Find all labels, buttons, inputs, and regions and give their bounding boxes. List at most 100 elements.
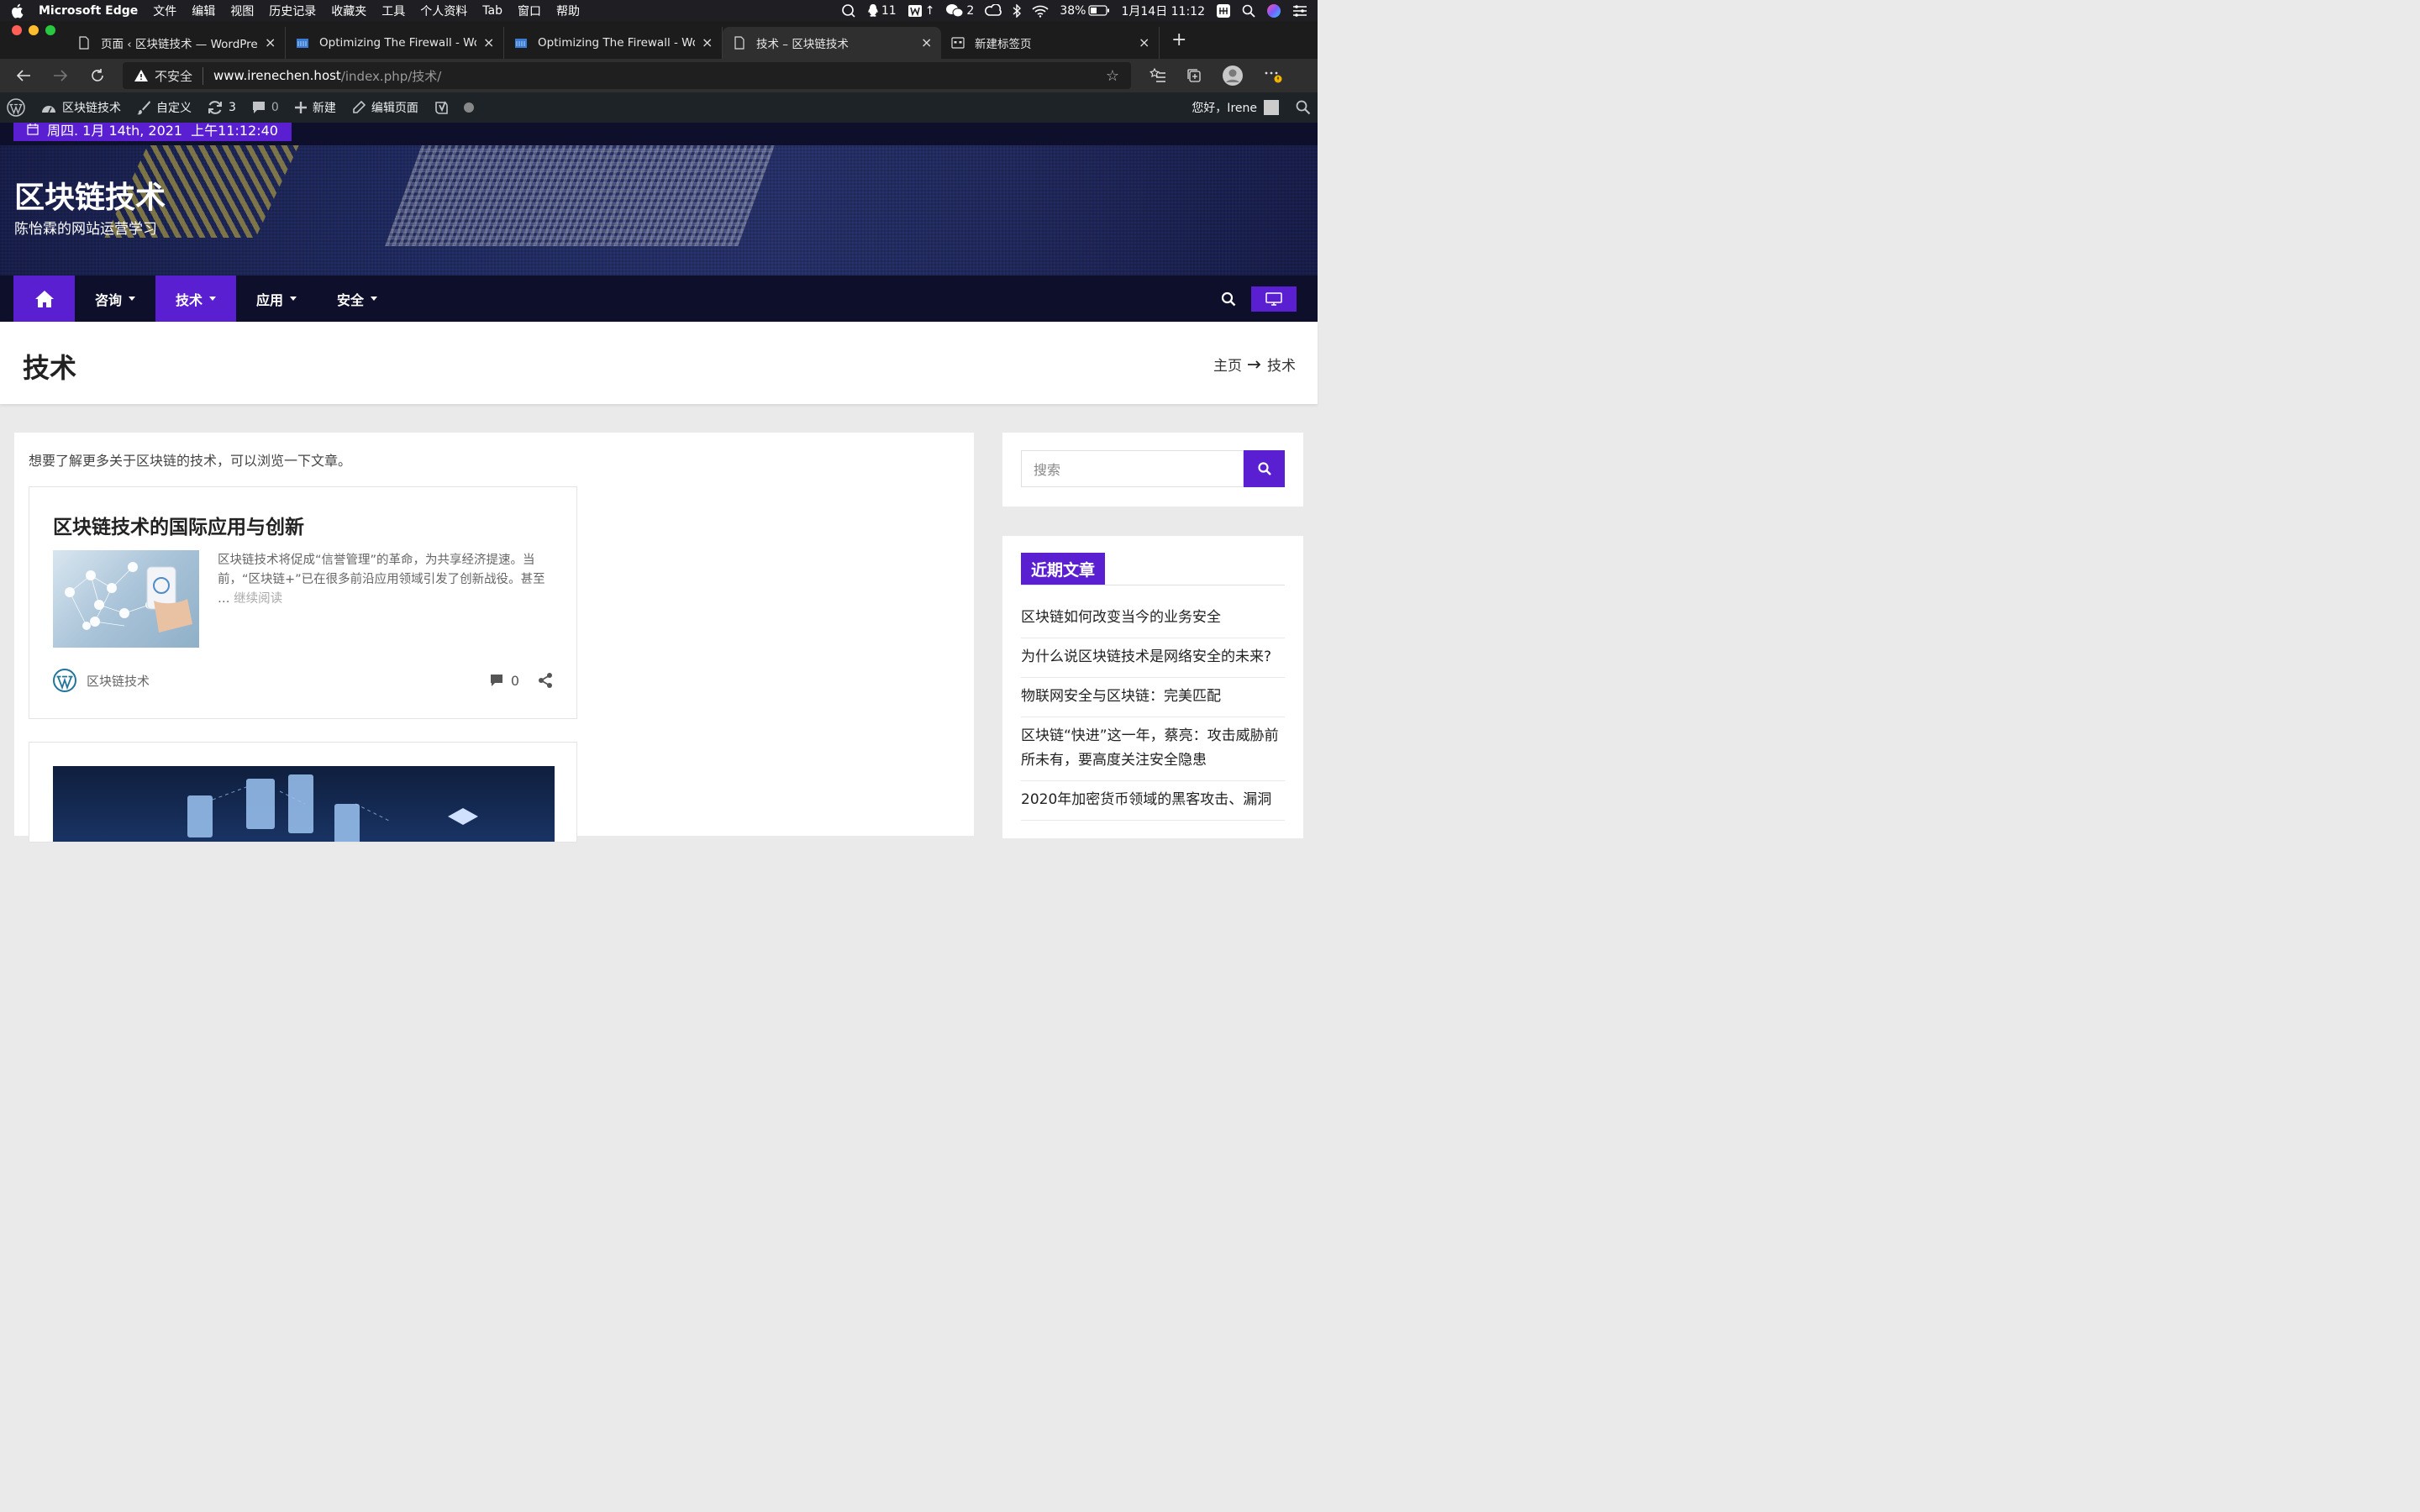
back-button[interactable]: [8, 62, 39, 89]
menu-tab[interactable]: Tab: [482, 4, 502, 18]
app-name-menu[interactable]: Microsoft Edge: [39, 4, 138, 18]
read-more-link[interactable]: 继续阅读: [234, 592, 282, 606]
reload-button[interactable]: [82, 62, 113, 89]
close-tab-icon[interactable]: ×: [702, 36, 713, 50]
share-icon[interactable]: [538, 672, 553, 689]
recent-post-link[interactable]: 区块链“快进”这一年，蔡亮：攻击威胁前所未有，要高度关注安全隐患: [1021, 717, 1285, 781]
comments-menu[interactable]: 0: [251, 100, 279, 115]
menu-profile[interactable]: 个人资料: [420, 3, 467, 19]
breadcrumb-home-link[interactable]: 主页: [1213, 354, 1242, 375]
wp-logo-menu[interactable]: [7, 98, 25, 117]
post-title-link[interactable]: 区块链技术的国际应用与创新: [53, 511, 304, 539]
nav-item-security[interactable]: 安全: [317, 276, 397, 322]
tab-tech-active[interactable]: 技术 – 区块链技术 ×: [723, 27, 941, 59]
admin-search-icon[interactable]: [1296, 100, 1311, 115]
macos-menu-bar: Microsoft Edge 文件 编辑 视图 历史记录 收藏夹 工具 个人资料…: [0, 0, 1318, 21]
collections-icon[interactable]: [1186, 68, 1202, 83]
close-window-button[interactable]: [12, 24, 22, 35]
nav-item-label: 应用: [256, 291, 284, 308]
menu-view[interactable]: 视图: [230, 3, 254, 19]
nav-item-applications[interactable]: 应用: [236, 276, 317, 322]
siri-icon[interactable]: [1266, 3, 1281, 18]
updates-menu[interactable]: 3: [207, 100, 236, 115]
category-description: 想要了解更多关于区块链的技术，可以浏览一下文章。: [29, 453, 352, 469]
site-title[interactable]: 区块链技术: [14, 173, 166, 217]
close-tab-icon[interactable]: ×: [1139, 36, 1150, 50]
forward-button[interactable]: [45, 62, 76, 89]
qq-icon[interactable]: 11: [867, 3, 897, 18]
tab-title: Optimizing The Firewall - Word: [538, 36, 695, 50]
site-name-menu[interactable]: 区块链技术: [40, 99, 121, 116]
control-center-icon[interactable]: [1292, 4, 1307, 17]
profile-avatar-icon[interactable]: [1222, 65, 1244, 87]
close-tab-icon[interactable]: ×: [483, 36, 494, 50]
site-description: 陈怡霖的网站运营学习: [14, 221, 157, 238]
menu-history[interactable]: 历史记录: [269, 3, 316, 19]
post-thumbnail[interactable]: [53, 550, 199, 648]
favorites-list-icon[interactable]: [1150, 68, 1166, 83]
nav-search-icon[interactable]: [1221, 291, 1236, 307]
search-input[interactable]: 搜索: [1021, 450, 1244, 487]
menu-favorites[interactable]: 收藏夹: [331, 3, 366, 19]
search-button[interactable]: [1244, 450, 1285, 487]
zoom-window-button[interactable]: [45, 24, 55, 35]
tab-new-tab[interactable]: 新建标签页 ×: [941, 27, 1160, 59]
more-options-icon[interactable]: [1264, 68, 1282, 83]
menu-file[interactable]: 文件: [153, 3, 176, 19]
wps-icon[interactable]: ↑: [908, 4, 934, 18]
security-indicator[interactable]: 不安全: [134, 66, 204, 85]
comments-link[interactable]: 0: [489, 673, 519, 689]
yoast-seo-menu[interactable]: [434, 99, 474, 116]
favorite-star-icon[interactable]: ☆: [1106, 67, 1119, 85]
post-thumbnail[interactable]: [53, 766, 555, 842]
tab-wordpress-pages[interactable]: 页面 ‹ 区块链技术 — WordPress ×: [67, 27, 286, 59]
bluetooth-icon[interactable]: [1013, 3, 1022, 18]
updates-icon: [208, 101, 222, 114]
post-author[interactable]: 区块链技术: [53, 669, 150, 692]
recent-post-link[interactable]: 物联网安全与区块链：完美匹配: [1021, 678, 1285, 717]
site-name-label: 区块链技术: [62, 102, 121, 115]
home-icon: [34, 290, 54, 307]
creative-cloud-icon[interactable]: [985, 3, 1002, 18]
greeting-label[interactable]: 您好，Irene: [1192, 99, 1257, 116]
customize-menu[interactable]: 自定义: [136, 99, 192, 116]
status-icons: 11 ↑ 2 38% 1月14日 11:12: [841, 3, 1307, 19]
url-host: www.irenechen.host: [213, 68, 341, 83]
close-tab-icon[interactable]: ×: [265, 36, 276, 50]
nav-home-button[interactable]: [13, 276, 75, 322]
clock[interactable]: 1月14日 11:12: [1121, 3, 1205, 19]
main-navigation: 咨询 技术 应用 安全: [0, 276, 1318, 322]
spotlight-search-icon[interactable]: [1242, 4, 1255, 18]
menu-tools[interactable]: 工具: [381, 3, 405, 19]
user-avatar[interactable]: [1264, 100, 1279, 115]
recent-posts-list: 区块链如何改变当今的业务安全 为什么说区块链技术是网络安全的未来? 物联网安全与…: [1021, 606, 1285, 821]
qq-search-icon[interactable]: [841, 3, 856, 18]
new-content-menu[interactable]: 新建: [294, 99, 336, 116]
display-toggle-button[interactable]: [1251, 286, 1297, 312]
menu-help[interactable]: 帮助: [556, 3, 580, 19]
menu-window[interactable]: 窗口: [518, 3, 541, 19]
edit-page-menu[interactable]: 编辑页面: [351, 99, 418, 116]
menu-edit[interactable]: 编辑: [192, 3, 215, 19]
minimize-window-button[interactable]: [29, 24, 39, 35]
tab-optimizing-firewall-2[interactable]: Optimizing The Firewall - Word ×: [504, 27, 723, 59]
updates-count: 3: [229, 101, 236, 114]
battery-indicator[interactable]: 38%: [1060, 4, 1110, 18]
apple-icon[interactable]: [10, 3, 24, 18]
nav-item-technology[interactable]: 技术: [155, 276, 237, 322]
wifi-icon[interactable]: [1032, 4, 1049, 18]
current-time: 上午11:12:40: [191, 123, 278, 139]
nav-item-consulting[interactable]: 咨询: [75, 276, 155, 322]
recent-post-link[interactable]: 区块链如何改变当今的业务安全: [1021, 606, 1285, 638]
date-time-bar: 周四. 1月 14th, 2021 上午11:12:40: [13, 123, 292, 141]
recent-post-link[interactable]: 2020年加密货币领域的黑客攻击、漏洞: [1021, 781, 1285, 821]
tab-optimizing-firewall-1[interactable]: Optimizing The Firewall - Word ×: [286, 27, 504, 59]
wechat-icon[interactable]: 2: [945, 3, 974, 18]
address-bar[interactable]: 不安全 www.irenechen.host/index.php/技术/ ☆: [123, 62, 1131, 89]
new-tab-plus-icon[interactable]: +: [1171, 29, 1186, 50]
caret-down-icon: [209, 297, 217, 301]
close-tab-icon[interactable]: ×: [921, 36, 932, 50]
input-method-icon[interactable]: [1216, 3, 1231, 18]
recent-post-link[interactable]: 为什么说区块链技术是网络安全的未来?: [1021, 638, 1285, 678]
newtab-icon: [951, 37, 965, 49]
